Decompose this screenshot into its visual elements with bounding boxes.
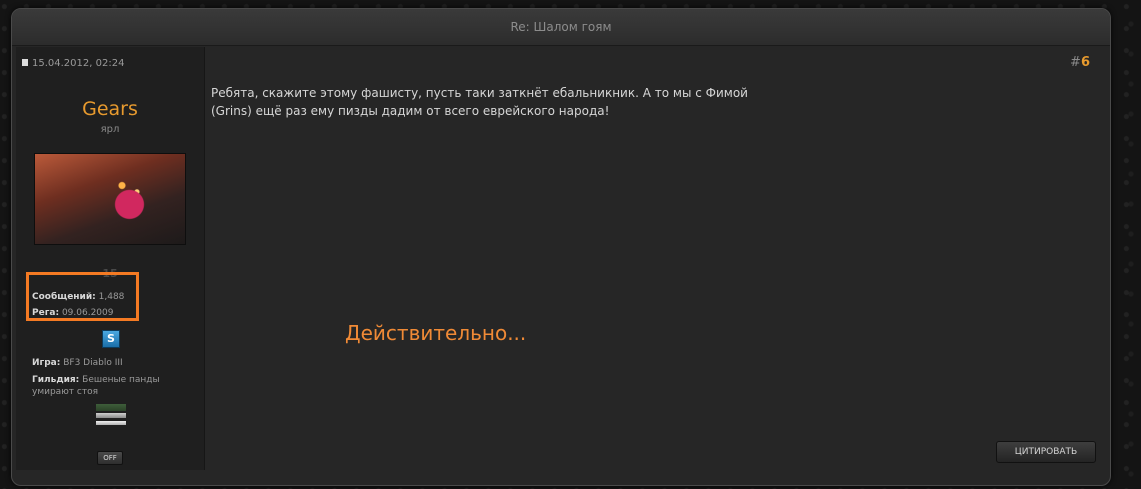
post-window: Re: Шалом гоям 15.04.2012, 02:24 Gears я… [11,8,1111,486]
posts-count-label: Сообщений: [32,292,96,302]
registration-value: 09.06.2009 [61,308,114,318]
quote-button[interactable]: ЦИТИРОВАТЬ [996,441,1096,463]
posts-count-row: Сообщений: 1,488 [32,292,124,302]
post-message: Ребята, скажите этому фашисту, пусть так… [211,86,748,118]
post-content: #6 Ребята, скажите этому фашисту, пусть … [205,47,1108,477]
avatar[interactable] [34,153,186,245]
game-row: Игра: BF3 Diablo III [32,358,123,368]
guild-label: Гильдия: [32,375,80,385]
guild-emblem-icon [96,400,126,428]
status-off-button[interactable]: OFF [97,451,123,465]
game-value: BF3 Diablo III [63,358,123,368]
post-number-prefix: # [1070,55,1081,70]
registration-label: Рега: [32,308,60,318]
annotation-text: Действительно... [345,321,527,345]
user-sidebar: 15.04.2012, 02:24 Gears ярл 15 Сообщений… [16,47,205,470]
post-number-link[interactable]: #6 [1070,55,1090,70]
post-date-row: 15.04.2012, 02:24 [22,58,124,69]
user-title: ярл [100,124,120,135]
skype-icon[interactable]: S [102,330,120,348]
post-date: 15.04.2012, 02:24 [32,58,125,69]
thread-title: Re: Шалом гоям [12,9,1110,46]
username-link[interactable]: Gears [16,98,204,120]
post-icon [22,58,28,66]
post-number: 6 [1080,55,1090,70]
guild-row: Гильдия: Бешеные панды умирают стоя [32,374,192,398]
posts-count-value: 1,488 [98,292,125,302]
registration-row: Рега: 09.06.2009 [32,308,113,318]
game-label: Игра: [32,358,61,368]
